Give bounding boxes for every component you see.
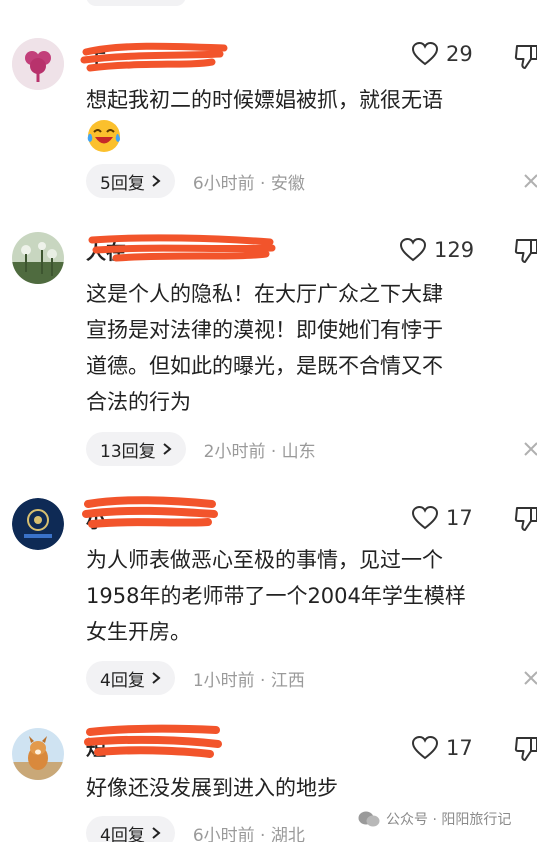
like-button[interactable]: 129 (400, 238, 474, 262)
redaction-scribble (80, 42, 228, 72)
comment-text-line: 1958年的老师带了一个2004年学生模样 (86, 584, 466, 608)
avatar[interactable] (12, 38, 64, 90)
comment-text-line: 女生开房。 (86, 620, 191, 644)
thumbs-down-icon (514, 507, 537, 531)
flower-avatar-icon (12, 38, 64, 90)
close-icon[interactable] (522, 172, 537, 190)
time-location: 1小时前 · 江西 (192, 670, 305, 691)
chevron-right-icon (152, 827, 161, 839)
redaction-scribble (82, 496, 218, 528)
reply-count-button[interactable]: 13回复 (86, 432, 186, 466)
comment-text: 为人师表做恶心至极的事情，见过一个 1958年的老师带了一个2004年学生模样 … (86, 542, 537, 650)
heart-icon (412, 506, 438, 530)
plants-avatar-icon (12, 232, 64, 284)
sweat-laugh-emoji-icon (87, 120, 120, 152)
avatar[interactable] (12, 728, 64, 780)
thumbs-down-icon (514, 239, 537, 263)
redaction-scribble (88, 234, 276, 262)
comment-text-line: 这是个人的隐私！在大厅广众之下大肆 (86, 282, 443, 306)
comment-text-line: 好像还没发展到进入的地步 (86, 776, 338, 800)
dislike-button[interactable] (514, 506, 537, 532)
comment-text: 想起我初二的时候嫖娼被抓，就很无语 (86, 82, 537, 118)
reply-count-button[interactable]: 5回复 (86, 164, 175, 198)
like-button[interactable]: 17 (412, 736, 473, 760)
like-button[interactable]: 17 (412, 506, 473, 530)
avatar[interactable] (12, 498, 64, 550)
time-location: 2小时前 · 山东 (203, 441, 316, 462)
watermark: 公众号 · 阳阳旅行记 (358, 809, 511, 829)
like-button[interactable]: 29 (412, 42, 473, 66)
avatar[interactable] (12, 232, 64, 284)
redaction-scribble (84, 724, 222, 758)
reply-count-label: 4回复 (100, 825, 145, 842)
comment-text-line: 道德。但如此的曝光，是既不合情又不 (86, 354, 443, 378)
thumbs-down-icon (514, 45, 537, 69)
comment-text: 好像还没发展到进入的地步 (86, 770, 537, 806)
time-location: 6小时前 · 安徽 (192, 173, 305, 194)
comment-text-line: 为人师表做恶心至极的事情，见过一个 (86, 548, 443, 572)
chevron-right-icon (152, 175, 161, 187)
comment-text-line: 想起我初二的时候嫖娼被抓，就很无语 (86, 88, 443, 112)
emblem-avatar-icon (12, 498, 64, 550)
like-count: 29 (446, 42, 473, 66)
heart-icon (400, 238, 426, 262)
dislike-button[interactable] (514, 238, 537, 264)
comment-text-line: 宣扬是对法律的漠视！即使她们有悖于 (86, 318, 443, 342)
reply-count-label: 4回复 (100, 670, 145, 691)
like-count: 17 (446, 736, 473, 760)
thumbs-down-icon (514, 737, 537, 761)
comment-text: 这是个人的隐私！在大厅广众之下大肆 宣扬是对法律的漠视！即使她们有悖于 道德。但… (86, 276, 537, 420)
reply-count-label: 13回复 (100, 441, 156, 462)
like-count: 129 (434, 238, 475, 262)
chevron-right-icon (163, 443, 172, 455)
watermark-text: 公众号 · 阳阳旅行记 (386, 812, 512, 828)
previous-reply-pill-fragment (86, 0, 186, 6)
dislike-button[interactable] (514, 44, 537, 70)
reply-count-button[interactable]: 4回复 (86, 816, 175, 842)
close-icon[interactable] (522, 669, 537, 687)
close-icon[interactable] (522, 440, 537, 458)
dislike-button[interactable] (514, 736, 537, 762)
wechat-icon (358, 811, 380, 827)
reply-count-button[interactable]: 4回复 (86, 661, 175, 695)
chevron-right-icon (152, 672, 161, 684)
comment-text-line: 合法的行为 (86, 390, 191, 414)
heart-icon (412, 736, 438, 760)
time-location: 6小时前 · 湖北 (192, 825, 305, 842)
like-count: 17 (446, 506, 473, 530)
reply-count-label: 5回复 (100, 173, 145, 194)
heart-icon (412, 42, 438, 66)
dog-avatar-icon (12, 728, 64, 780)
